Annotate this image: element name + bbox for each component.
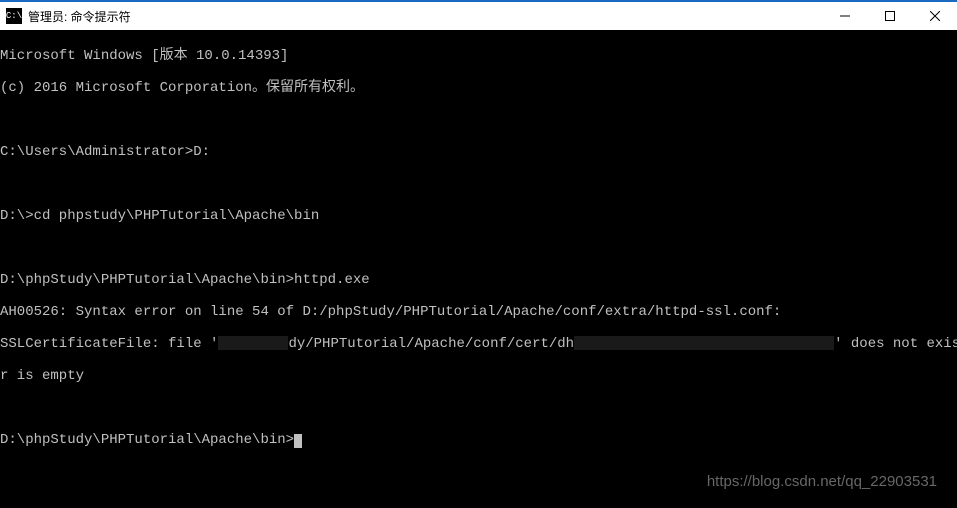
terminal-line: r is empty: [0, 368, 957, 384]
terminal-line: (c) 2016 Microsoft Corporation。保留所有权利。: [0, 80, 957, 96]
terminal-output[interactable]: Microsoft Windows [版本 10.0.14393] (c) 20…: [0, 30, 957, 464]
terminal-line: D:\>cd phpstudy\PHPTutorial\Apache\bin: [0, 208, 957, 224]
window-titlebar: C:\ 管理员: 命令提示符: [0, 0, 957, 30]
watermark-text: https://blog.csdn.net/qq_22903531: [707, 473, 937, 490]
ssl-error-suffix: ' does not exist o: [834, 336, 957, 352]
window-title: 管理员: 命令提示符: [28, 8, 131, 25]
ssl-error-prefix: SSLCertificateFile: file ': [0, 336, 218, 352]
minimize-button[interactable]: [822, 2, 867, 30]
terminal-line: SSLCertificateFile: file ' dy/PHPTutorial…: [0, 336, 957, 352]
cmd-icon-label: C:\: [6, 11, 22, 21]
terminal-line: [0, 240, 957, 256]
terminal-prompt-line: D:\phpStudy\PHPTutorial\Apache\bin>: [0, 432, 957, 448]
window-controls: [822, 2, 957, 30]
terminal-line: C:\Users\Administrator>D:: [0, 144, 957, 160]
cmd-icon: C:\: [6, 8, 22, 24]
terminal-line: Microsoft Windows [版本 10.0.14393]: [0, 48, 957, 64]
terminal-line: [0, 176, 957, 192]
terminal-line: D:\phpStudy\PHPTutorial\Apache\bin>httpd…: [0, 272, 957, 288]
terminal-prompt: D:\phpStudy\PHPTutorial\Apache\bin>: [0, 432, 294, 448]
terminal-line: [0, 400, 957, 416]
cursor-icon: [294, 434, 302, 448]
redacted-segment: [574, 336, 834, 350]
titlebar-left: C:\ 管理员: 命令提示符: [6, 8, 131, 25]
terminal-line: AH00526: Syntax error on line 54 of D:/p…: [0, 304, 957, 320]
ssl-error-mid: dy/PHPTutorial/Apache/conf/cert/dh: [288, 336, 574, 352]
close-button[interactable]: [912, 2, 957, 30]
terminal-line: [0, 112, 957, 128]
maximize-button[interactable]: [867, 2, 912, 30]
redacted-segment: [218, 336, 288, 350]
